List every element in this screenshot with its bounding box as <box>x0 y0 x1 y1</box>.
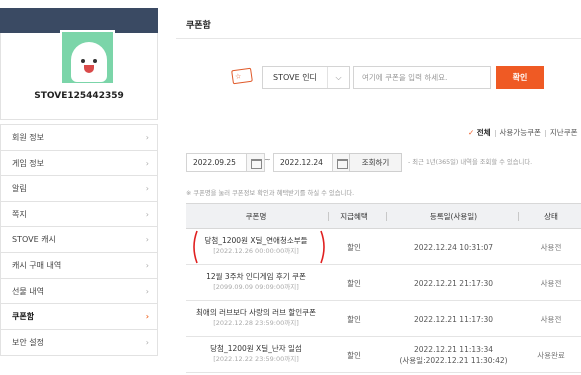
header-coupon-name: 쿠폰명 <box>245 212 267 221</box>
coupon-title: 당첨_1200원 X딜_난자 일섬 <box>210 344 302 353</box>
sidebar-item-label: 쪽지 <box>12 209 27 219</box>
chevron-right-icon: › <box>145 133 149 142</box>
filter-expired[interactable]: 지난쿠폰 <box>550 128 578 137</box>
table-row[interactable]: 12월 3주차 인디게임 후기 쿠폰 [2099.09.09 09:09:00까지… <box>186 265 581 301</box>
divider <box>544 129 546 137</box>
coupon-used-date: (사용일:2022.12.21 11:30:42) <box>399 356 508 365</box>
coupon-validity: [2022.12.22 23:59:00까지] <box>213 355 299 363</box>
coupon-name[interactable]: 당첨_1200원 X딜_연애청소부들 [2022.12.26 00:00:00까지… <box>186 235 326 257</box>
filter-all[interactable]: 전체 <box>477 128 491 137</box>
coupon-title: 12월 3주차 인디게임 후기 쿠폰 <box>206 272 306 281</box>
sidebar-item-messages[interactable]: 쪽지 › <box>1 201 157 228</box>
coupon-date: 2022.12.24 10:31:07 <box>413 243 493 252</box>
sidebar-item-notifications[interactable]: 알림 › <box>1 176 157 202</box>
sidebar-item-coupons[interactable]: 쿠폰함 › <box>1 304 157 330</box>
coupon-table: 쿠폰명 지급혜택 등록일(사용일) 상태 당첨_1200원 X딜_연애청소부들 [… <box>186 203 581 373</box>
coupon-notice: ※ 쿠폰명을 눌러 쿠폰정보 확인과 혜택받기를 하실 수 있습니다. <box>186 190 355 197</box>
coupon-date: 2022.12.21 11:13:34 (사용일:2022.12.21 11:30… <box>391 344 516 366</box>
coupon-benefit: 할인 <box>347 315 361 324</box>
sidebar-item-gift-history[interactable]: 선물 내역 › <box>1 278 157 305</box>
coupon-code-input[interactable]: 여기에 쿠폰을 입력 하세요. <box>353 66 491 89</box>
sidebar-item-member-info[interactable]: 회원 정보 › <box>1 125 157 151</box>
annotation-paren-right <box>320 230 325 264</box>
coupon-status: 사용전 <box>540 315 562 324</box>
coupon-status: 사용완료 <box>537 351 565 360</box>
coupon-validity: [2022.12.26 00:00:00까지] <box>213 247 299 255</box>
avatar-eye-right <box>93 59 97 63</box>
coupon-date: 2022.12.21 21:17:30 <box>413 279 493 288</box>
avatar[interactable] <box>60 30 115 85</box>
table-header: 쿠폰명 지급혜택 등록일(사용일) 상태 <box>186 203 581 229</box>
chevron-right-icon: › <box>145 312 149 322</box>
coupon-star-icon: ☆ <box>234 72 242 81</box>
search-button[interactable]: 조회하기 <box>349 153 402 172</box>
main-content: 쿠폰함 ☆ STOVE 인디 ⌵ 여기에 쿠폰을 입력 하세요. 확인 ✓ 전체… <box>176 0 581 375</box>
check-icon: ✓ <box>468 128 475 137</box>
coupon-title: 당첨_1200원 X딜_연애청소부들 <box>204 236 308 245</box>
chevron-right-icon: › <box>145 209 149 219</box>
coupon-validity: [2099.09.09 09:09:00까지] <box>213 283 299 291</box>
coupon-benefit: 할인 <box>347 243 361 252</box>
confirm-button[interactable]: 확인 <box>496 66 544 89</box>
coupon-title: 최애의 러브보다 사랑의 러브 할인쿠폰 <box>196 308 316 317</box>
username: STOVE125442359 <box>34 91 124 101</box>
store-select[interactable]: STOVE 인디 ⌵ <box>262 66 350 89</box>
header-divider <box>386 212 387 221</box>
chevron-right-icon: › <box>145 235 149 245</box>
avatar-eye-left <box>81 59 85 63</box>
header-benefit: 지급혜택 <box>340 212 368 221</box>
end-date-field[interactable]: 2022.12.24 <box>273 153 335 172</box>
sidebar-item-label: 게임 정보 <box>12 158 44 168</box>
table-row[interactable]: 당첨_1200원 X딜_연애청소부들 [2022.12.26 00:00:00까지… <box>186 229 581 265</box>
sidebar: STOVE125442359 회원 정보 › 게임 정보 › 알림 › 쪽지 › STO… <box>0 0 158 375</box>
date-range-separator: ~ <box>264 155 271 164</box>
chevron-right-icon: › <box>145 184 149 194</box>
chevron-right-icon: › <box>145 286 149 296</box>
divider <box>494 129 496 137</box>
filter-usable[interactable]: 사용가능쿠폰 <box>500 128 541 137</box>
coupon-date: 2022.12.21 11:17:30 <box>413 315 493 324</box>
chevron-right-icon: › <box>145 158 149 168</box>
sidebar-item-label: 회원 정보 <box>12 133 44 142</box>
chevron-right-icon: › <box>145 337 149 347</box>
coupon-status: 사용전 <box>540 279 562 288</box>
header-divider <box>518 212 519 221</box>
coupon-name[interactable]: 당첨_1200원 X딜_난자 일섬 [2022.12.22 23:59:00까지] <box>186 343 326 365</box>
sidebar-menu: 회원 정보 › 게임 정보 › 알림 › 쪽지 › STOVE 캐시 › 캐시 구매 내역… <box>0 124 158 357</box>
sidebar-item-cash-history[interactable]: 캐시 구매 내역 › <box>1 252 157 279</box>
table-row[interactable]: 당첨_1200원 X딜_난자 일섬 [2022.12.22 23:59:00까지]… <box>186 337 581 373</box>
sidebar-item-label: 쿠폰함 <box>12 312 35 322</box>
header-registered-date: 등록일(사용일) <box>429 212 478 221</box>
table-row[interactable]: 최애의 러브보다 사랑의 러브 할인쿠폰 [2022.12.28 23:59:00… <box>186 301 581 337</box>
sidebar-item-label: STOVE 캐시 <box>12 235 56 245</box>
coupon-benefit: 할인 <box>347 351 361 360</box>
period-note: - 최근 1년(365일) 내역을 조회할 수 있습니다. <box>408 159 533 166</box>
coupon-benefit: 할인 <box>347 279 361 288</box>
header-status: 상태 <box>544 212 558 221</box>
chevron-down-icon: ⌵ <box>327 67 349 88</box>
sidebar-item-label: 보안 설정 <box>12 337 44 347</box>
sidebar-item-security[interactable]: 보안 설정 › <box>1 329 157 356</box>
store-select-value: STOVE 인디 <box>273 73 317 82</box>
chevron-right-icon: › <box>145 260 149 270</box>
coupon-ticket-icon: ☆ <box>231 67 253 85</box>
coupon-registered-date: 2022.12.21 11:13:34 <box>413 345 493 354</box>
sidebar-item-label: 알림 <box>12 184 27 194</box>
sidebar-item-label: 선물 내역 <box>12 286 44 296</box>
coupon-name[interactable]: 최애의 러브보다 사랑의 러브 할인쿠폰 [2022.12.28 23:59:00… <box>186 307 326 329</box>
sidebar-item-label: 캐시 구매 내역 <box>12 260 62 270</box>
calendar-icon[interactable] <box>246 153 265 172</box>
coupon-validity: [2022.12.28 23:59:00까지] <box>213 319 299 327</box>
sidebar-item-game-info[interactable]: 게임 정보 › <box>1 150 157 177</box>
avatar-face <box>71 42 107 82</box>
sidebar-item-stove-cash[interactable]: STOVE 캐시 › <box>1 227 157 253</box>
title-divider <box>176 38 581 39</box>
coupon-status: 사용전 <box>540 243 562 252</box>
page-title: 쿠폰함 <box>186 21 211 31</box>
coupon-filter-tabs: ✓ 전체 사용가능쿠폰 지난쿠폰 <box>468 127 578 138</box>
coupon-name[interactable]: 12월 3주차 인디게임 후기 쿠폰 [2099.09.09 09:09:00까지… <box>186 271 326 293</box>
avatar-mouth <box>84 65 94 73</box>
start-date-field[interactable]: 2022.09.25 <box>186 153 248 172</box>
